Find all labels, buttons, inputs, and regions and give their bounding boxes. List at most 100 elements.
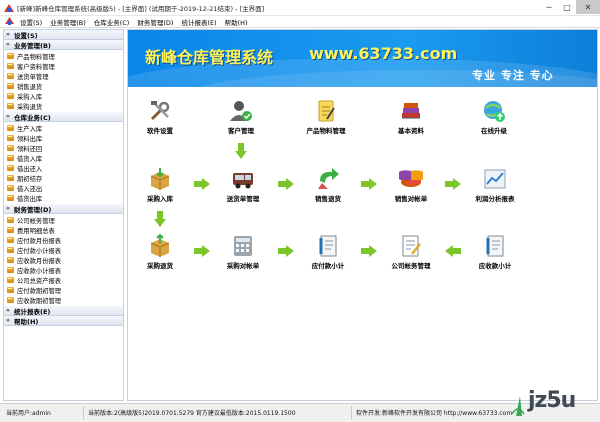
sidebar-section-business[interactable]: « 业务管理(B) — [4, 40, 123, 50]
menu-settings[interactable]: 设置(S) — [16, 17, 46, 27]
sidebar-item[interactable]: 采购退货 — [7, 101, 123, 111]
title-bar: [新峰]新峰仓库管理系统(高级版5) - [主界面] (试用期于-2019-12… — [0, 0, 600, 16]
folder-icon — [7, 267, 14, 273]
minimize-button[interactable]: ─ — [540, 0, 558, 14]
sidebar-item[interactable]: 借出还入 — [7, 163, 123, 173]
section-title: 业务管理(B) — [14, 41, 51, 50]
sidebar-item[interactable]: 借货出库 — [7, 193, 123, 203]
sidebar-item[interactable]: 费用明细总表 — [7, 225, 123, 235]
sidebar-section-warehouse[interactable]: « 仓库业务(C) — [4, 112, 123, 122]
node-delivery-note[interactable]: 送货单管理 — [203, 167, 283, 203]
chevron-down-icon: « — [6, 205, 10, 212]
folder-icon — [7, 217, 14, 223]
node-purchase-in[interactable]: 采购入库 — [128, 167, 200, 203]
sidebar-item[interactable]: 应收款期初管理 — [7, 295, 123, 305]
sidebar-item[interactable]: 公司帐务管理 — [7, 215, 123, 225]
node-label: 采购对帐单 — [226, 262, 260, 270]
menu-reports[interactable]: 统计报表(E) — [177, 17, 220, 27]
sidebar-item[interactable]: 生产入库 — [7, 123, 123, 133]
section-title: 帮助(H) — [14, 317, 39, 326]
node-label: 公司帐务管理 — [391, 262, 431, 270]
sidebar-item[interactable]: 送货单管理 — [7, 71, 123, 81]
sidebar-section-reports[interactable]: » 统计报表(E) — [4, 306, 123, 316]
node-profit-report[interactable]: 利润分析报表 — [455, 167, 535, 203]
sidebar-item-label: 送货单管理 — [17, 73, 49, 81]
folder-icon — [7, 195, 14, 201]
folder-icon — [7, 83, 14, 89]
books-icon — [402, 103, 420, 119]
sidebar-item[interactable]: 领料还回 — [7, 143, 123, 153]
menu-help[interactable]: 帮助(H) — [221, 17, 252, 27]
node-label: 利润分析报表 — [475, 195, 515, 203]
sidebar-item-label: 应付款月份报表 — [17, 237, 62, 245]
main-panel: 新峰仓库管理系统 www.63733.com 专业 专注 专心 软件设置 客户管… — [127, 29, 598, 401]
menu-warehouse[interactable]: 仓库业务(C) — [90, 17, 134, 27]
sidebar-item[interactable]: 期初结存 — [7, 173, 123, 183]
sidebar-item[interactable]: 应收款小计报表 — [7, 265, 123, 275]
window-controls: ─ □ ✕ — [540, 0, 600, 16]
banner-slogan: 专业 专注 专心 — [472, 69, 554, 82]
sidebar-item-label: 公司总资产报表 — [17, 277, 62, 285]
node-basic-data[interactable]: 基本资料 — [371, 99, 451, 135]
node-label: 基本资料 — [398, 127, 424, 135]
sidebar-item-label: 公司帐务管理 — [17, 217, 55, 225]
sidebar-item[interactable]: 借入还出 — [7, 183, 123, 193]
node-software-settings[interactable]: 软件设置 — [128, 99, 200, 135]
menu-finance[interactable]: 财务管理(D) — [133, 17, 177, 27]
sidebar-item-label: 领料还回 — [17, 145, 43, 153]
sidebar-item-label: 应收款月份报表 — [17, 257, 62, 265]
node-purchase-return[interactable]: 采购退货 — [128, 234, 200, 270]
sidebar-item-label: 期初结存 — [17, 175, 43, 183]
sidebar-item[interactable]: 应付款期初管理 — [7, 285, 123, 295]
node-purchase-statement[interactable]: 采购对帐单 — [203, 234, 283, 270]
banner-title: 新峰仓库管理系统 — [145, 48, 274, 67]
sidebar-item[interactable]: 销售退货 — [7, 81, 123, 91]
node-sales-return[interactable]: 销售退货 — [288, 167, 368, 203]
close-button[interactable]: ✕ — [576, 0, 600, 14]
sidebar-section-settings[interactable]: » 设置(S) — [4, 30, 123, 40]
sidebar-item-label: 应收款期初管理 — [17, 297, 62, 305]
sidebar-item[interactable]: 产品物料管理 — [7, 51, 123, 61]
node-company-accounts[interactable]: 公司帐务管理 — [371, 234, 451, 270]
sidebar-item[interactable]: 公司总资产报表 — [7, 275, 123, 285]
node-customer-management[interactable]: 客户管理 — [201, 99, 281, 135]
line-chart-icon — [484, 169, 506, 189]
node-label: 应付款小计 — [311, 262, 345, 270]
node-label: 在线升级 — [481, 127, 507, 135]
sidebar-item-label: 借货出库 — [17, 195, 43, 203]
node-online-upgrade[interactable]: 在线升级 — [454, 99, 534, 135]
node-label: 销售对帐单 — [394, 195, 428, 203]
sidebar-item[interactable]: 应付款月份报表 — [7, 235, 123, 245]
sidebar-item[interactable]: 借货入库 — [7, 153, 123, 163]
app-icon — [4, 3, 14, 13]
menu-business[interactable]: 业务管理(B) — [46, 17, 90, 27]
sidebar-item[interactable]: 应付款小计报表 — [7, 245, 123, 255]
folder-icon — [7, 227, 14, 233]
node-product-material[interactable]: 产品物料管理 — [286, 99, 366, 135]
notepad-icon — [318, 100, 335, 122]
folder-icon — [7, 297, 14, 303]
node-label: 采购入库 — [147, 195, 173, 203]
sidebar-item[interactable]: 客户资料管理 — [7, 61, 123, 71]
sidebar-section-finance[interactable]: « 财务管理(D) — [4, 204, 123, 214]
app-logo-icon — [4, 17, 14, 27]
pie-chart-icon — [399, 170, 423, 187]
sidebar-item-label: 应收款小计报表 — [17, 267, 62, 275]
sidebar-item[interactable]: 采购入库 — [7, 91, 123, 101]
sidebar-section-help[interactable]: » 帮助(H) — [4, 316, 123, 326]
maximize-button[interactable]: □ — [558, 0, 576, 14]
banner-url: www.63733.com — [309, 44, 458, 63]
node-label: 软件设置 — [147, 127, 173, 135]
node-payable-subtotal[interactable]: 应付款小计 — [288, 234, 368, 270]
sidebar-item[interactable]: 领料出库 — [7, 133, 123, 143]
window-title: [新峰]新峰仓库管理系统(高级版5) - [主界面] (试用期于-2019-12… — [17, 4, 265, 13]
chevron-down-icon: « — [6, 113, 10, 120]
truck-icon — [233, 173, 253, 189]
folder-icon — [7, 257, 14, 263]
arrow-down-icon — [154, 211, 166, 227]
node-sales-statement[interactable]: 销售对帐单 — [371, 167, 451, 203]
return-icon — [318, 168, 339, 189]
sidebar-item[interactable]: 应收款月份报表 — [7, 255, 123, 265]
node-receivable-subtotal[interactable]: 应收款小计 — [455, 234, 535, 270]
sidebar-item-label: 产品物料管理 — [17, 53, 55, 61]
